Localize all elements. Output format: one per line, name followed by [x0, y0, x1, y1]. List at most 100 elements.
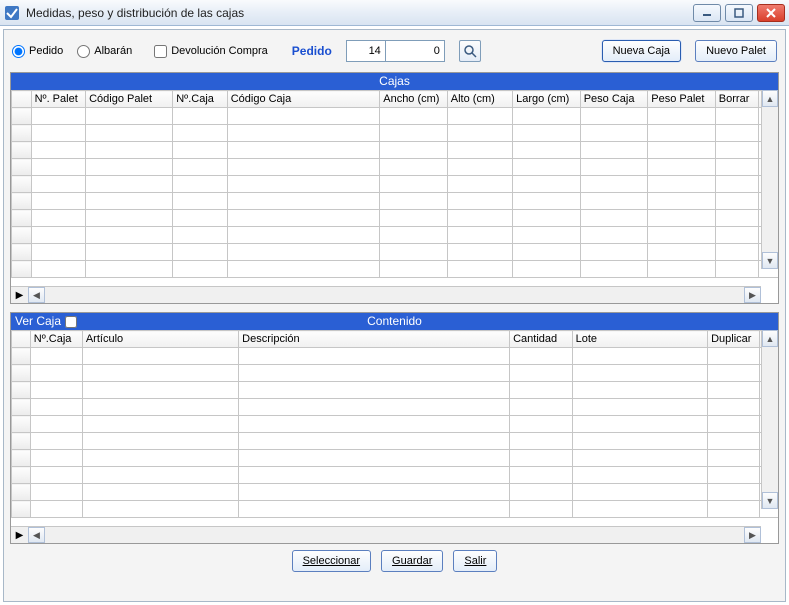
cell[interactable]	[82, 433, 238, 450]
cell[interactable]	[380, 227, 448, 244]
row-header[interactable]	[12, 501, 31, 518]
cell[interactable]	[715, 125, 759, 142]
cell[interactable]	[513, 193, 581, 210]
cell[interactable]	[572, 365, 707, 382]
close-button[interactable]	[757, 4, 785, 22]
cell[interactable]	[510, 501, 573, 518]
cell[interactable]	[648, 210, 716, 227]
cell[interactable]	[82, 484, 238, 501]
cell[interactable]	[648, 108, 716, 125]
cell[interactable]	[227, 108, 380, 125]
cell[interactable]	[447, 125, 512, 142]
table-contenido[interactable]: Nº.CajaArtículoDescripciónCantidadLoteDu…	[11, 330, 778, 518]
cell[interactable]	[580, 176, 648, 193]
cell[interactable]	[31, 210, 85, 227]
cell[interactable]	[708, 433, 760, 450]
seleccionar-button[interactable]: Seleccionar	[292, 550, 371, 572]
cell[interactable]	[708, 365, 760, 382]
cell[interactable]	[380, 108, 448, 125]
cell[interactable]	[380, 210, 448, 227]
column-header[interactable]: Alto (cm)	[447, 91, 512, 108]
maximize-button[interactable]	[725, 4, 753, 22]
cell[interactable]	[227, 261, 380, 278]
cell[interactable]	[227, 210, 380, 227]
column-header[interactable]: Ancho (cm)	[380, 91, 448, 108]
cell[interactable]	[173, 244, 227, 261]
cell[interactable]	[715, 244, 759, 261]
cell[interactable]	[380, 176, 448, 193]
cell[interactable]	[239, 365, 510, 382]
cell[interactable]	[708, 501, 760, 518]
cell[interactable]	[86, 210, 173, 227]
column-header[interactable]: Lote	[572, 331, 707, 348]
row-header[interactable]	[12, 227, 32, 244]
cell[interactable]	[30, 382, 82, 399]
cell[interactable]	[86, 159, 173, 176]
column-header[interactable]: Peso Caja	[580, 91, 648, 108]
cell[interactable]	[82, 365, 238, 382]
cell[interactable]	[447, 210, 512, 227]
cell[interactable]	[572, 450, 707, 467]
cell[interactable]	[173, 227, 227, 244]
column-header[interactable]: Duplicar	[708, 331, 760, 348]
row-header[interactable]	[12, 467, 31, 484]
cell[interactable]	[513, 159, 581, 176]
cell[interactable]	[580, 210, 648, 227]
cell[interactable]	[173, 108, 227, 125]
cell[interactable]	[30, 399, 82, 416]
cell[interactable]	[86, 125, 173, 142]
row-header[interactable]	[12, 348, 31, 365]
cell[interactable]	[510, 484, 573, 501]
cell[interactable]	[447, 142, 512, 159]
scroll-right-icon[interactable]: ▶	[744, 287, 761, 303]
cell[interactable]	[82, 348, 238, 365]
cell[interactable]	[580, 159, 648, 176]
cell[interactable]	[82, 416, 238, 433]
guardar-button[interactable]: Guardar	[381, 550, 443, 572]
cell[interactable]	[239, 433, 510, 450]
column-header[interactable]: Artículo	[82, 331, 238, 348]
column-header[interactable]: Largo (cm)	[513, 91, 581, 108]
cell[interactable]	[513, 176, 581, 193]
cell[interactable]	[510, 348, 573, 365]
row-header[interactable]	[12, 484, 31, 501]
cell[interactable]	[572, 433, 707, 450]
cell[interactable]	[31, 176, 85, 193]
radio-pedido[interactable]: Pedido	[12, 45, 63, 58]
cell[interactable]	[239, 450, 510, 467]
cell[interactable]	[572, 467, 707, 484]
cell[interactable]	[31, 159, 85, 176]
column-header[interactable]: Descripción	[239, 331, 510, 348]
nuevo-palet-button[interactable]: Nuevo Palet	[695, 40, 777, 62]
cell[interactable]	[447, 244, 512, 261]
cell[interactable]	[510, 450, 573, 467]
cell[interactable]	[227, 176, 380, 193]
cell[interactable]	[648, 159, 716, 176]
cell[interactable]	[447, 176, 512, 193]
cell[interactable]	[580, 244, 648, 261]
scroll-down-icon[interactable]: ▼	[762, 252, 778, 269]
cell[interactable]	[380, 125, 448, 142]
cell[interactable]	[31, 193, 85, 210]
cell[interactable]	[239, 382, 510, 399]
cell[interactable]	[447, 159, 512, 176]
row-header[interactable]	[12, 125, 32, 142]
cell[interactable]	[648, 193, 716, 210]
cell[interactable]	[30, 501, 82, 518]
cell[interactable]	[580, 193, 648, 210]
row-header[interactable]	[12, 159, 32, 176]
cell[interactable]	[31, 244, 85, 261]
cell[interactable]	[510, 399, 573, 416]
cell[interactable]	[513, 125, 581, 142]
minimize-button[interactable]	[693, 4, 721, 22]
cell[interactable]	[648, 261, 716, 278]
nueva-caja-button[interactable]: Nueva Caja	[602, 40, 681, 62]
cell[interactable]	[227, 125, 380, 142]
cell[interactable]	[510, 382, 573, 399]
cell[interactable]	[82, 501, 238, 518]
cell[interactable]	[82, 399, 238, 416]
cell[interactable]	[715, 108, 759, 125]
cell[interactable]	[239, 484, 510, 501]
row-header[interactable]	[12, 365, 31, 382]
cell[interactable]	[513, 210, 581, 227]
